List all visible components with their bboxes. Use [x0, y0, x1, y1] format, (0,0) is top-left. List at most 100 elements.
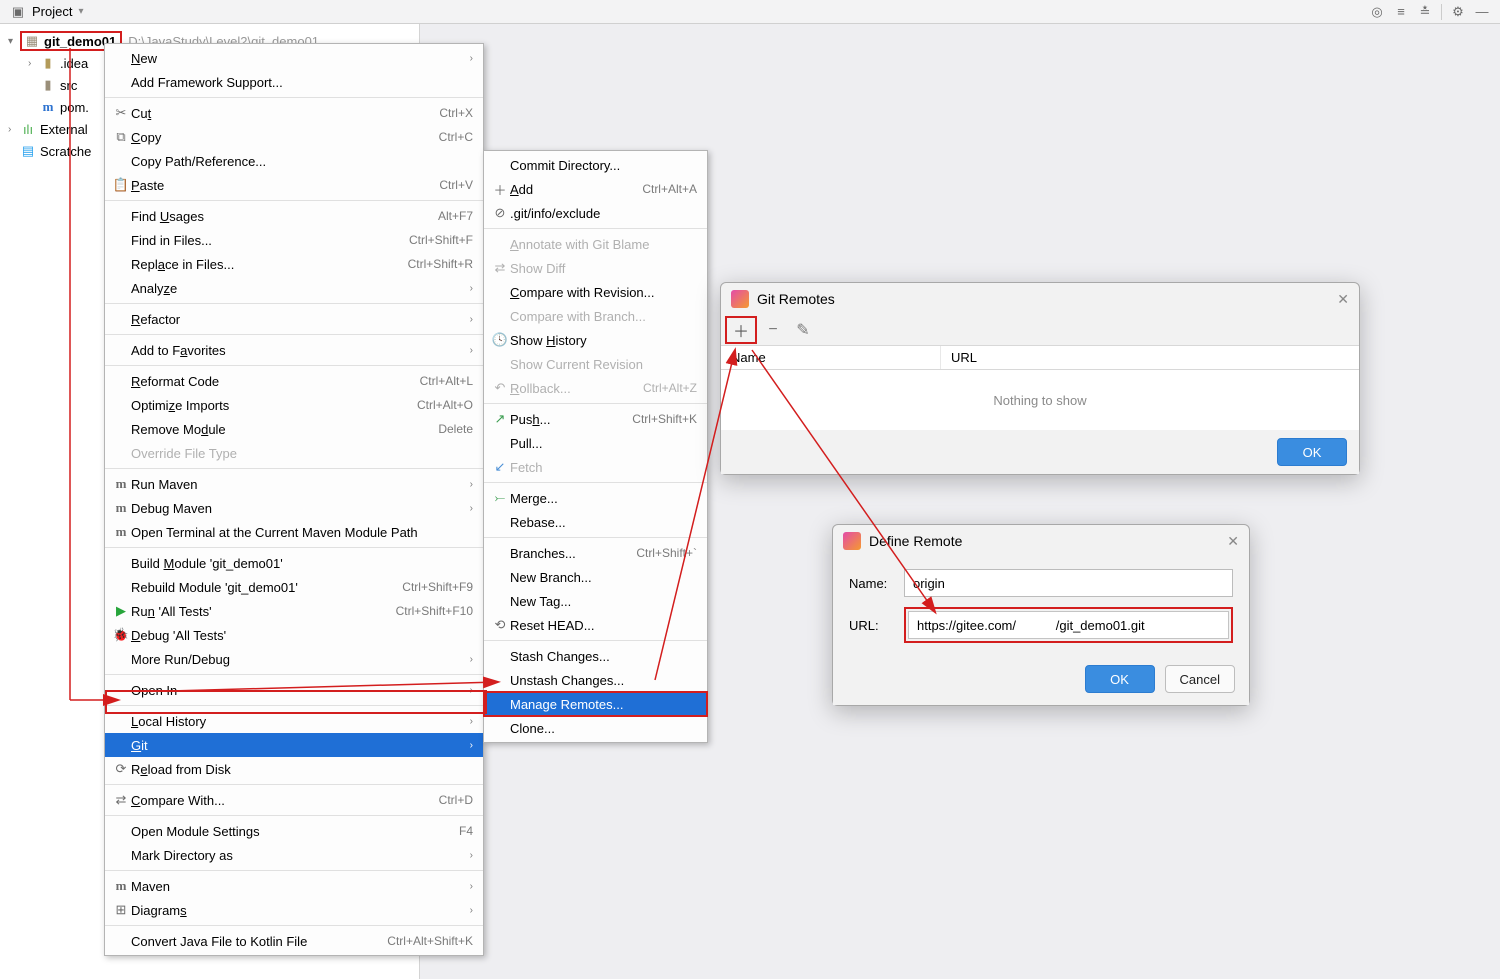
menu-diagrams[interactable]: ⊞Diagrams›: [105, 898, 483, 922]
reload-icon: ⟳: [111, 761, 131, 777]
chevron-right-icon[interactable]: ›: [8, 124, 20, 135]
close-icon[interactable]: ✕: [1337, 291, 1349, 308]
menu-clone[interactable]: Clone...: [484, 716, 707, 740]
name-field[interactable]: [904, 569, 1233, 597]
menu-new-branch[interactable]: New Branch...: [484, 565, 707, 589]
chevron-down-icon[interactable]: ▾: [8, 36, 20, 47]
menu-manage-remotes[interactable]: Manage Remotes...: [484, 692, 707, 716]
close-icon[interactable]: ✕: [1227, 533, 1239, 550]
expand-icon[interactable]: ≡: [1393, 4, 1409, 20]
menu-build-module[interactable]: Build Module 'git_demo01': [105, 551, 483, 575]
menu-rollback: ↶Rollback...Ctrl+Alt+Z: [484, 376, 707, 400]
define-remote-dialog[interactable]: Define Remote ✕ Name: URL: OK Cancel: [832, 524, 1250, 706]
app-icon: [843, 532, 861, 550]
menu-merge[interactable]: ⤚Merge...: [484, 486, 707, 510]
col-url: URL: [941, 346, 987, 369]
menu-remove-module[interactable]: Remove ModuleDelete: [105, 417, 483, 441]
menu-push[interactable]: ↗Push...Ctrl+Shift+K: [484, 407, 707, 431]
edit-remote-button[interactable]: ✎: [789, 318, 817, 342]
gear-icon[interactable]: ⚙: [1450, 4, 1466, 20]
col-name: Name: [721, 346, 941, 369]
menu-unstash[interactable]: Unstash Changes...: [484, 668, 707, 692]
menu-stash[interactable]: Stash Changes...: [484, 644, 707, 668]
collapse-icon[interactable]: ≛: [1417, 4, 1433, 20]
menu-show-current-rev: Show Current Revision: [484, 352, 707, 376]
context-menu-git[interactable]: Commit Directory... ＋AddCtrl+Alt+A ⊘.git…: [483, 150, 708, 743]
menu-convert-kotlin[interactable]: Convert Java File to Kotlin FileCtrl+Alt…: [105, 929, 483, 953]
menu-reset-head[interactable]: ⟲Reset HEAD...: [484, 613, 707, 637]
project-label[interactable]: Project: [32, 4, 72, 19]
menu-open-module-settings[interactable]: Open Module SettingsF4: [105, 819, 483, 843]
tree-item-label: Scratche: [40, 144, 91, 159]
debug-icon: 🐞: [111, 627, 131, 643]
menu-run-all-tests[interactable]: ▶Run 'All Tests'Ctrl+Shift+F10: [105, 599, 483, 623]
menu-local-history[interactable]: Local History›: [105, 709, 483, 733]
diff-icon: ⇄: [111, 792, 131, 808]
menu-copy[interactable]: ⧉CopyCtrl+C: [105, 125, 483, 149]
clock-icon: 🕓: [490, 332, 510, 348]
url-label: URL:: [849, 618, 904, 633]
project-toolbar: ▣ Project ▾ ◎ ≡ ≛ ⚙ —: [0, 0, 1500, 24]
menu-run-maven[interactable]: mRun Maven›: [105, 472, 483, 496]
menu-copy-path[interactable]: Copy Path/Reference...: [105, 149, 483, 173]
menu-more-run[interactable]: More Run/Debug›: [105, 647, 483, 671]
cancel-button[interactable]: Cancel: [1165, 665, 1235, 693]
menu-open-terminal[interactable]: mOpen Terminal at the Current Maven Modu…: [105, 520, 483, 544]
menu-find-in-files[interactable]: Find in Files...Ctrl+Shift+F: [105, 228, 483, 252]
menu-analyze[interactable]: Analyze›: [105, 276, 483, 300]
menu-debug-maven[interactable]: mDebug Maven›: [105, 496, 483, 520]
menu-open-in[interactable]: Open In›: [105, 678, 483, 702]
add-remote-button[interactable]: ＋: [727, 318, 755, 342]
maven-icon: m: [111, 878, 131, 894]
menu-compare-revision[interactable]: Compare with Revision...: [484, 280, 707, 304]
menu-reload-disk[interactable]: ⟳Reload from Disk: [105, 757, 483, 781]
menu-branches[interactable]: Branches...Ctrl+Shift+`: [484, 541, 707, 565]
menu-add-favorites[interactable]: Add to Favorites›: [105, 338, 483, 362]
menu-add-framework[interactable]: Add Framework Support...: [105, 70, 483, 94]
menu-rebuild-module[interactable]: Rebuild Module 'git_demo01'Ctrl+Shift+F9: [105, 575, 483, 599]
menu-commit-dir[interactable]: Commit Directory...: [484, 153, 707, 177]
menu-debug-all-tests[interactable]: 🐞Debug 'All Tests': [105, 623, 483, 647]
context-menu-module[interactable]: New› Add Framework Support... ✂CutCtrl+X…: [104, 43, 484, 956]
menu-git-add[interactable]: ＋AddCtrl+Alt+A: [484, 177, 707, 201]
module-icon: ▦: [24, 33, 40, 49]
menu-refactor[interactable]: Refactor›: [105, 307, 483, 331]
maven-icon: m: [111, 476, 131, 492]
menu-maven[interactable]: mMaven›: [105, 874, 483, 898]
name-label: Name:: [849, 576, 904, 591]
remove-remote-button[interactable]: −: [759, 318, 787, 342]
menu-pull[interactable]: Pull...: [484, 431, 707, 455]
maven-debug-icon: m: [111, 500, 131, 516]
target-icon[interactable]: ◎: [1369, 4, 1385, 20]
chevron-down-icon[interactable]: ▾: [78, 6, 83, 17]
library-icon: ılı: [20, 121, 36, 137]
ok-button[interactable]: OK: [1085, 665, 1155, 693]
ok-button[interactable]: OK: [1277, 438, 1347, 466]
menu-paste[interactable]: 📋PasteCtrl+V: [105, 173, 483, 197]
menu-compare-with[interactable]: ⇄Compare With...Ctrl+D: [105, 788, 483, 812]
menu-cut[interactable]: ✂CutCtrl+X: [105, 101, 483, 125]
tree-item-label: pom.: [60, 100, 89, 115]
git-remotes-dialog[interactable]: Git Remotes ✕ ＋ − ✎ Name URL Nothing to …: [720, 282, 1360, 475]
minimize-icon[interactable]: —: [1474, 4, 1490, 20]
tree-item-label: External: [40, 122, 88, 137]
menu-override-filetype: Override File Type: [105, 441, 483, 465]
menu-rebase[interactable]: Rebase...: [484, 510, 707, 534]
menu-replace-in-files[interactable]: Replace in Files...Ctrl+Shift+R: [105, 252, 483, 276]
url-field[interactable]: [908, 611, 1229, 639]
menu-optimize-imports[interactable]: Optimize ImportsCtrl+Alt+O: [105, 393, 483, 417]
menu-git[interactable]: Git›: [105, 733, 483, 757]
scratches-icon: ▤: [20, 143, 36, 159]
menu-reformat[interactable]: Reformat CodeCtrl+Alt+L: [105, 369, 483, 393]
menu-new[interactable]: New›: [105, 46, 483, 70]
folder-icon: ▮: [40, 55, 56, 71]
menu-show-history[interactable]: 🕓Show History: [484, 328, 707, 352]
diff-icon: ⇄: [490, 260, 510, 276]
menu-mark-directory[interactable]: Mark Directory as›: [105, 843, 483, 867]
exclude-icon: ⊘: [490, 205, 510, 221]
menu-git-exclude[interactable]: ⊘.git/info/exclude: [484, 201, 707, 225]
menu-fetch: ↙Fetch: [484, 455, 707, 479]
menu-find-usages[interactable]: Find UsagesAlt+F7: [105, 204, 483, 228]
chevron-right-icon[interactable]: ›: [28, 58, 40, 69]
menu-new-tag[interactable]: New Tag...: [484, 589, 707, 613]
